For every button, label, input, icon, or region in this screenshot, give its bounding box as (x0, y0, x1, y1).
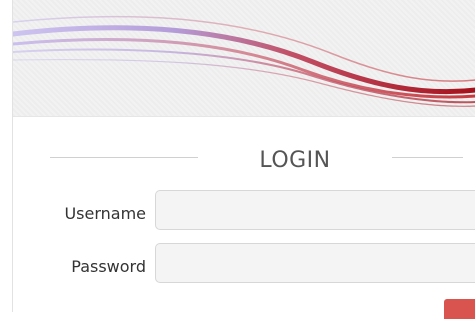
title-divider-left (50, 157, 198, 158)
username-label: Username (64, 204, 146, 223)
login-title: LOGIN (259, 148, 331, 173)
password-input[interactable] (155, 243, 475, 283)
swoosh-decoration (13, 15, 475, 107)
title-divider-right (392, 157, 463, 158)
username-input[interactable] (155, 190, 475, 230)
login-button[interactable] (444, 299, 475, 319)
header-banner (13, 0, 475, 117)
password-label: Password (71, 257, 146, 276)
